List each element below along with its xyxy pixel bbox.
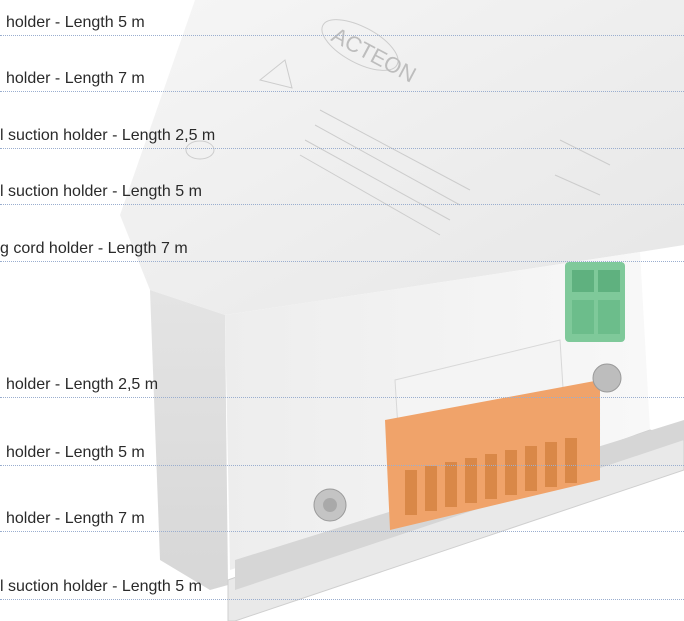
list-item-label: l suction holder - Length 5 m — [0, 577, 202, 595]
list-item[interactable]: holder - Length 7 m — [0, 66, 684, 92]
list-item[interactable]: holder - Length 5 m — [0, 10, 684, 36]
list-item-label: g cord holder - Length 7 m — [0, 239, 188, 257]
list-item[interactable]: holder - Length 2,5 m — [0, 372, 684, 398]
list-item-label: holder - Length 2,5 m — [6, 375, 159, 393]
list-item-label: holder - Length 5 m — [6, 443, 145, 461]
list-item-label: holder - Length 7 m — [6, 69, 145, 87]
list-item[interactable]: g cord holder - Length 7 m — [0, 236, 684, 262]
list-item-label: holder - Length 5 m — [6, 13, 145, 31]
list-item-label: l suction holder - Length 2,5 m — [0, 126, 216, 144]
list-item-label: l suction holder - Length 5 m — [0, 182, 202, 200]
list-item[interactable]: l suction holder - Length 5 m — [0, 179, 684, 205]
list-item-label: holder - Length 7 m — [6, 509, 145, 527]
product-list-page: ACTEON holder - Length 5 m holder - Leng… — [0, 0, 684, 621]
list-item[interactable]: l suction holder - Length 5 m — [0, 574, 684, 600]
list-item[interactable]: holder - Length 7 m — [0, 506, 684, 532]
list-item[interactable]: holder - Length 5 m — [0, 440, 684, 466]
list-item[interactable]: l suction holder - Length 2,5 m — [0, 123, 684, 149]
